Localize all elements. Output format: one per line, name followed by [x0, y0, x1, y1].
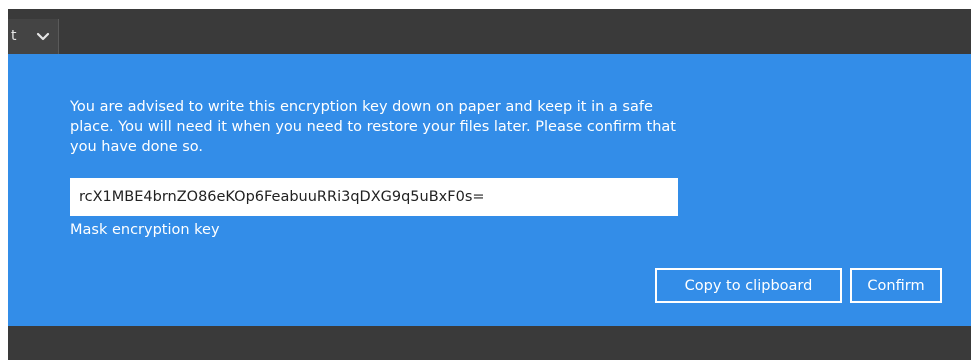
app-frame: t You are advised to write this encrypti…	[8, 9, 971, 360]
background-dropdown-text: t	[11, 28, 17, 44]
background-toolbar: t	[8, 9, 971, 54]
chevron-down-icon	[36, 32, 50, 41]
mask-encryption-key-link[interactable]: Mask encryption key	[70, 222, 220, 238]
dialog-message: You are advised to write this encryption…	[70, 99, 676, 155]
background-dropdown[interactable]: t	[8, 19, 59, 54]
encryption-key-field[interactable]	[70, 178, 678, 216]
confirm-button[interactable]: Confirm	[850, 268, 942, 303]
top-strip	[0, 0, 971, 9]
copy-to-clipboard-button[interactable]: Copy to clipboard	[655, 268, 842, 303]
encryption-key-dialog: You are advised to write this encryption…	[8, 54, 971, 326]
background-bottom-band	[8, 326, 971, 360]
